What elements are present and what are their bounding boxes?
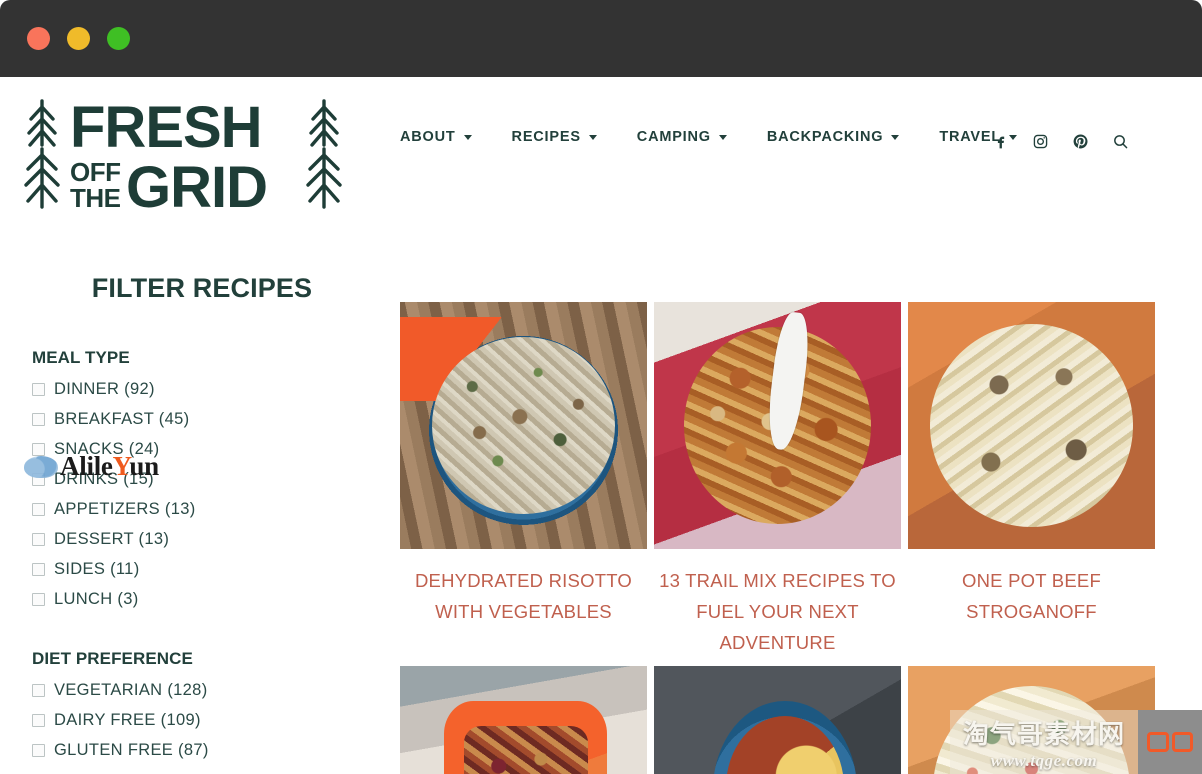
nav-item-about[interactable]: ABOUT [400, 129, 472, 145]
checkbox-icon[interactable] [32, 684, 45, 697]
recipe-grid: DEHYDRATED RISOTTO WITH VEGETABLES 13 TR… [400, 302, 1173, 774]
filter-panel-title: FILTER RECIPES [91, 273, 313, 303]
filter-group-diet-preference: DIET PREFERENCE VEGETARIAN (128) DAIRY F… [32, 649, 400, 760]
instagram-icon[interactable] [1020, 126, 1060, 156]
nav-item-backpacking[interactable]: BACKPACKING [766, 129, 900, 145]
checkbox-icon[interactable] [32, 593, 45, 606]
recipe-thumbnail[interactable] [654, 666, 901, 774]
window-close-button[interactable] [27, 27, 50, 50]
filter-option-snacks[interactable]: SNACKS (24) [32, 440, 400, 459]
checkbox-icon[interactable] [32, 473, 45, 486]
recipe-card[interactable] [654, 666, 901, 774]
recipe-title[interactable]: ONE POT BEEF STROGANOFF [908, 565, 1155, 627]
checkbox-icon[interactable] [32, 383, 45, 396]
filter-option-label: DINNER (92) [54, 380, 155, 398]
recipe-thumbnail[interactable] [400, 302, 647, 549]
svg-text:THE: THE [70, 183, 121, 213]
window-minimize-button[interactable] [67, 27, 90, 50]
filter-option-label: DAIRY FREE (109) [54, 711, 201, 729]
recipe-thumbnail[interactable] [400, 666, 647, 774]
recipe-title[interactable]: 13 TRAIL MIX RECIPES TO FUEL YOUR NEXT A… [654, 565, 901, 658]
checkbox-icon[interactable] [32, 744, 45, 757]
filter-group-heading: MEAL TYPE [32, 348, 130, 367]
social-links [980, 126, 1202, 156]
filter-option-dairy-free[interactable]: DAIRY FREE (109) [32, 711, 400, 730]
logo-graphic: FRESH OFF THE GRID [24, 95, 342, 217]
window-maximize-button[interactable] [107, 27, 130, 50]
filter-option-breakfast[interactable]: BREAKFAST (45) [32, 410, 400, 429]
recipe-thumbnail[interactable] [654, 302, 901, 549]
filter-option-dinner[interactable]: DINNER (92) [32, 380, 400, 399]
recipe-card[interactable] [908, 666, 1155, 774]
trail-mix-in-orange-container-photo [400, 666, 647, 774]
checkbox-icon[interactable] [32, 413, 45, 426]
recipe-grid-column: DEHYDRATED RISOTTO WITH VEGETABLES 13 TR… [400, 223, 1202, 774]
nav-item-recipes[interactable]: RECIPES [512, 129, 597, 145]
risotto-in-blue-bowl-photo [400, 302, 647, 549]
chevron-down-icon [463, 134, 472, 140]
site-header: FRESH OFF THE GRID ABOUT RECIPES CAMPING… [0, 77, 1202, 223]
content-area: FILTER RECIPES MEAL TYPE DINNER (92) BRE… [0, 223, 1202, 774]
filter-option-gluten-free[interactable]: GLUTEN FREE (87) [32, 741, 400, 760]
checkbox-icon[interactable] [32, 443, 45, 456]
nav-label-camping: CAMPING [636, 129, 711, 145]
filter-option-label: SNACKS (24) [54, 440, 160, 458]
recipe-card[interactable]: 13 TRAIL MIX RECIPES TO FUEL YOUR NEXT A… [654, 302, 901, 658]
filter-option-drinks[interactable]: DRINKS (15) [32, 470, 400, 489]
filter-option-label: BREAKFAST (45) [54, 410, 190, 428]
filter-option-label: APPETIZERS (13) [54, 500, 196, 518]
recipe-card[interactable]: ONE POT BEEF STROGANOFF [908, 302, 1155, 658]
svg-text:GRID: GRID [126, 155, 267, 217]
stroganoff-in-skillet-photo [908, 302, 1155, 549]
chevron-down-icon [588, 134, 597, 140]
search-icon[interactable] [1100, 126, 1140, 156]
chili-with-cornbread-photo [654, 666, 901, 774]
filter-option-label: VEGETARIAN (128) [54, 681, 208, 699]
traffic-lights [27, 27, 130, 50]
recipe-thumbnail[interactable] [908, 666, 1155, 774]
creamy-spinach-skillet-photo [908, 666, 1155, 774]
checkbox-icon[interactable] [32, 714, 45, 727]
nav-label-backpacking: BACKPACKING [766, 129, 884, 145]
nav-item-camping[interactable]: CAMPING [637, 129, 727, 145]
filter-group-heading: DIET PREFERENCE [32, 649, 193, 668]
site-logo[interactable]: FRESH OFF THE GRID [0, 77, 400, 217]
recipe-title[interactable]: DEHYDRATED RISOTTO WITH VEGETABLES [400, 565, 647, 627]
recipe-card[interactable]: DEHYDRATED RISOTTO WITH VEGETABLES [400, 302, 647, 658]
recipe-thumbnail[interactable] [908, 302, 1155, 549]
chevron-down-icon [718, 134, 727, 140]
header-right: ABOUT RECIPES CAMPING BACKPACKING TRAVEL [400, 77, 1202, 156]
trail-mix-in-teal-bowl-photo [654, 302, 901, 549]
chevron-down-icon [891, 134, 900, 140]
filter-option-label: SIDES (11) [54, 560, 140, 578]
filter-group-meal-type: MEAL TYPE DINNER (92) BREAKFAST (45) SNA… [32, 348, 400, 609]
svg-text:FRESH: FRESH [70, 95, 262, 160]
recipe-card[interactable] [400, 666, 647, 774]
filter-option-label: DESSERT (13) [54, 530, 170, 548]
filter-option-label: LUNCH (3) [54, 590, 139, 608]
checkbox-icon[interactable] [32, 563, 45, 576]
filter-option-appetizers[interactable]: APPETIZERS (13) [32, 500, 400, 519]
filter-option-label: DRINKS (15) [54, 470, 154, 488]
filter-option-dessert[interactable]: DESSERT (13) [32, 530, 400, 549]
filter-sidebar: FILTER RECIPES MEAL TYPE DINNER (92) BRE… [0, 223, 400, 774]
filter-option-vegetarian[interactable]: VEGETARIAN (128) [32, 681, 400, 700]
filter-option-label: GLUTEN FREE (87) [54, 741, 209, 759]
nav-label-recipes: RECIPES [511, 129, 581, 145]
facebook-icon[interactable] [980, 126, 1020, 156]
window-titlebar [0, 0, 1202, 77]
checkbox-icon[interactable] [32, 503, 45, 516]
page-body: FRESH OFF THE GRID ABOUT RECIPES CAMPING… [0, 77, 1202, 774]
nav-label-about: ABOUT [400, 129, 456, 145]
filter-option-sides[interactable]: SIDES (11) [32, 560, 400, 579]
checkbox-icon[interactable] [32, 533, 45, 546]
pinterest-icon[interactable] [1060, 126, 1100, 156]
filter-option-lunch[interactable]: LUNCH (3) [32, 590, 400, 609]
